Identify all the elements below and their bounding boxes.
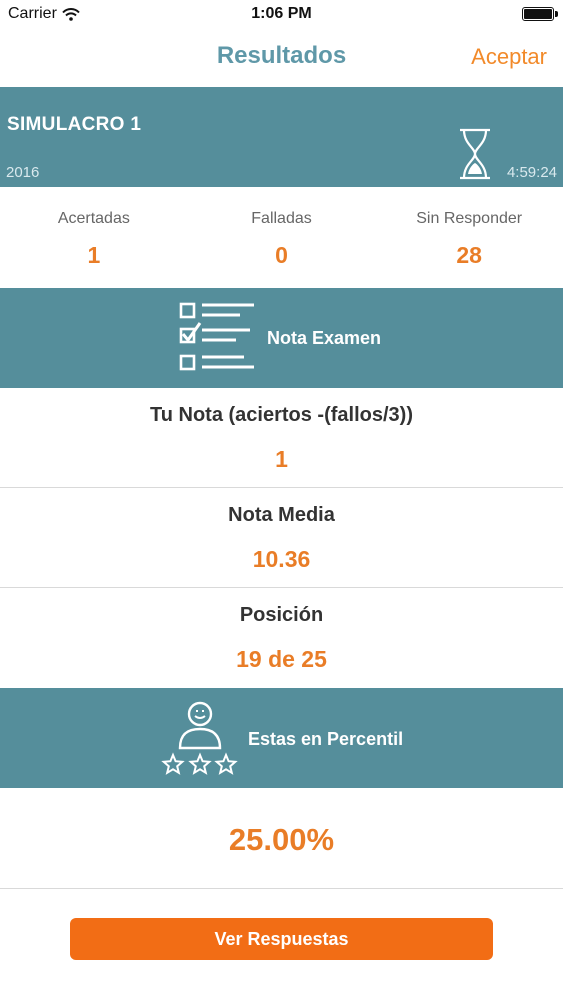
stat-value: 28	[456, 242, 482, 268]
score-row-posicion: Posición 19 de 25	[0, 588, 563, 688]
score-value: 10.36	[252, 546, 311, 572]
status-time: 1:06 PM	[251, 5, 312, 22]
percentil-banner: Estas en Percentil	[0, 688, 563, 788]
stat-value: 0	[275, 242, 288, 268]
stat-label: Sin Responder	[416, 210, 523, 227]
exam-header: SIMULACRO 1 2016 4:59:24	[0, 87, 563, 187]
nota-examen-banner: Nota Examen	[0, 288, 563, 388]
accept-button[interactable]: Aceptar	[471, 44, 547, 70]
nav-bar: Resultados Aceptar	[0, 30, 563, 87]
stat-falladas: Falladas 0	[188, 187, 376, 288]
stat-value: 1	[87, 242, 101, 268]
answer-stats: Acertadas 1 Falladas 0 Sin Responder 28	[0, 187, 563, 288]
stat-acertadas: Acertadas 1	[0, 187, 188, 288]
battery-icon	[522, 7, 558, 21]
hourglass-icon	[460, 128, 490, 180]
status-bar: Carrier 1:06 PM	[0, 0, 563, 30]
banner-title: Estas en Percentil	[248, 729, 404, 749]
score-label: Nota Media	[228, 504, 335, 526]
percentil-value: 25.00%	[228, 822, 335, 857]
ver-respuestas-button[interactable]: Ver Respuestas	[70, 918, 493, 960]
exam-year: 2016	[6, 164, 40, 181]
score-label: Posición	[239, 604, 324, 626]
stat-label: Falladas	[251, 210, 312, 227]
score-value: 19 de 25	[236, 646, 327, 672]
exam-name: SIMULACRO 1	[7, 114, 142, 135]
score-value: 1	[275, 446, 288, 472]
score-label: Tu Nota (aciertos -(fallos/3))	[150, 404, 413, 426]
score-row-tu-nota: Tu Nota (aciertos -(fallos/3)) 1	[0, 388, 563, 488]
user-rating-icon	[161, 701, 238, 775]
percentil-row: 25.00%	[0, 788, 563, 889]
checklist-icon	[179, 302, 254, 371]
banner-title: Nota Examen	[267, 328, 382, 348]
stat-label: Acertadas	[57, 210, 130, 227]
score-row-nota-media: Nota Media 10.36	[0, 488, 563, 588]
exam-time: 4:59:24	[506, 164, 557, 181]
stat-sin-responder: Sin Responder 28	[375, 187, 563, 288]
